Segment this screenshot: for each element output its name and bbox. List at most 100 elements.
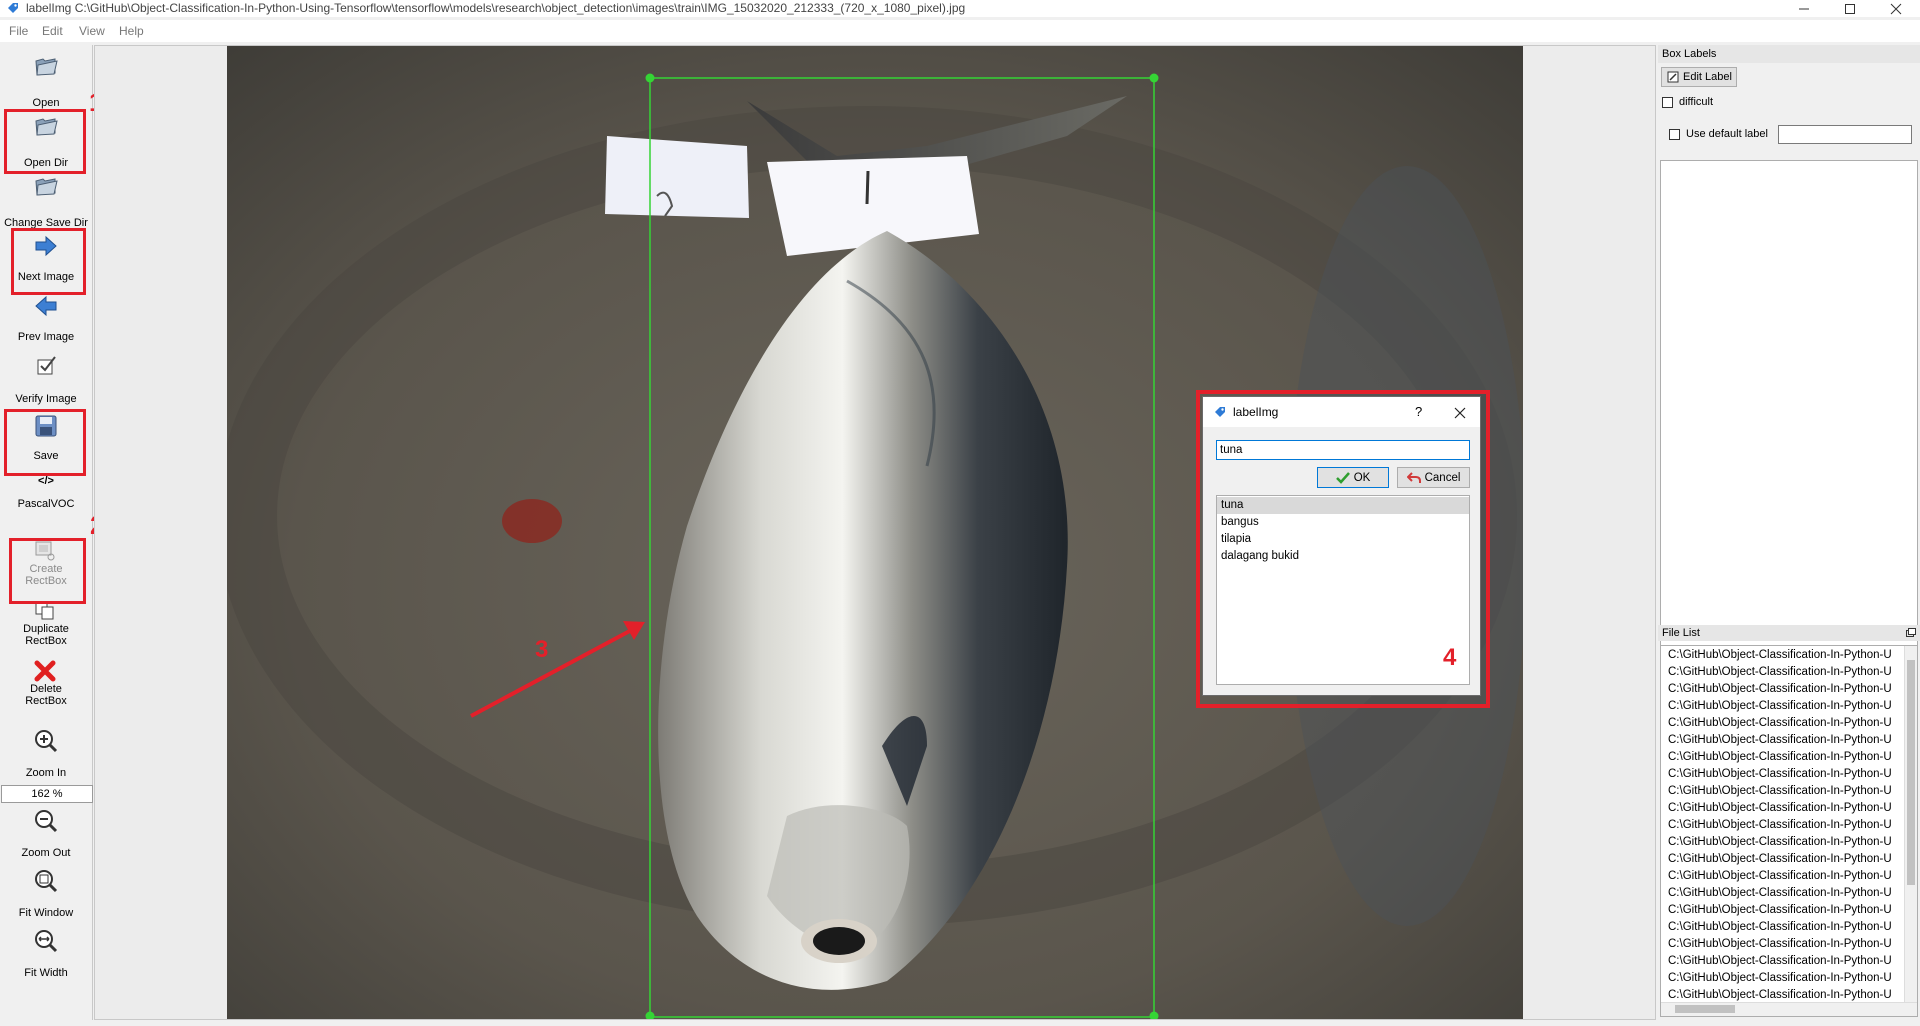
file-list-item[interactable]: C:\GitHub\Object-Classification-In-Pytho… — [1661, 902, 1917, 919]
minimize-icon — [1799, 8, 1809, 9]
file-list-header: File List — [1658, 625, 1920, 641]
fit-window-icon — [35, 870, 58, 893]
bbox-handle-top-left[interactable] — [645, 73, 655, 83]
file-list-item[interactable]: C:\GitHub\Object-Classification-In-Pytho… — [1661, 681, 1917, 698]
prev-image-label: Prev Image — [17, 331, 75, 343]
zoom-out-button[interactable]: Zoom Out — [0, 808, 92, 859]
menu-edit[interactable]: Edit — [42, 24, 63, 38]
edit-pencil-icon — [1667, 71, 1679, 83]
file-list-item[interactable]: C:\GitHub\Object-Classification-In-Pytho… — [1661, 953, 1917, 970]
fit-width-button[interactable]: Fit Width — [0, 928, 92, 979]
bbox-handle-bottom-left[interactable] — [645, 1011, 655, 1021]
bbox-handle-top-right[interactable] — [1149, 73, 1159, 83]
annotation-number-4: 4 — [1443, 644, 1457, 671]
duplicate-rectbox-label-line2: RectBox — [25, 635, 67, 647]
annotation-arrowhead — [623, 621, 645, 640]
format-pascalvoc-button[interactable]: </> PascalVOC — [0, 475, 92, 515]
folder-open-icon — [35, 58, 58, 76]
zoom-in-icon — [35, 730, 58, 753]
bounding-box[interactable] — [649, 77, 1155, 1018]
undock-icon[interactable] — [1906, 628, 1916, 637]
arrow-left-icon — [35, 295, 57, 317]
fit-window-button[interactable]: Fit Window — [0, 868, 92, 919]
code-format-icon: </> — [38, 475, 54, 487]
default-label-input[interactable] — [1778, 125, 1912, 144]
minimize-button[interactable] — [1782, 0, 1826, 17]
labelimg-app-icon — [8, 3, 18, 13]
annotation-number-3: 3 — [535, 636, 549, 663]
use-default-label-text: Use default label — [1686, 128, 1768, 140]
verify-image-label: Verify Image — [15, 393, 77, 405]
file-list-item[interactable]: C:\GitHub\Object-Classification-In-Pytho… — [1661, 715, 1917, 732]
file-list-item[interactable]: C:\GitHub\Object-Classification-In-Pytho… — [1661, 834, 1917, 851]
file-list-item[interactable]: C:\GitHub\Object-Classification-In-Pytho… — [1661, 800, 1917, 817]
file-list-item[interactable]: C:\GitHub\Object-Classification-In-Pytho… — [1661, 783, 1917, 800]
difficult-checkbox[interactable] — [1662, 97, 1673, 108]
zoom-in-label: Zoom In — [25, 767, 67, 779]
checkbox-verify-icon — [37, 356, 56, 375]
delete-rectbox-label-line2: RectBox — [25, 695, 67, 707]
delete-x-icon — [34, 660, 56, 682]
box-labels-list[interactable] — [1660, 160, 1918, 663]
menu-file[interactable]: File — [9, 24, 28, 38]
menu-bar: File Edit View Help — [0, 20, 1920, 42]
use-default-label-checkbox[interactable] — [1669, 129, 1680, 140]
duplicate-rectbox-button[interactable]: Duplicate RectBox — [0, 600, 92, 652]
menu-view[interactable]: View — [79, 24, 105, 38]
zoom-out-icon — [35, 810, 58, 833]
maximize-icon — [1845, 3, 1855, 14]
file-list-item[interactable]: C:\GitHub\Object-Classification-In-Pytho… — [1661, 664, 1917, 681]
file-list-item[interactable]: C:\GitHub\Object-Classification-In-Pytho… — [1661, 749, 1917, 766]
delete-rectbox-button[interactable]: Delete RectBox — [0, 660, 92, 712]
file-list-horizontal-scrollbar[interactable] — [1661, 1002, 1917, 1016]
window-title: labelImg C:\GitHub\Object-Classification… — [26, 1, 966, 15]
file-list-item[interactable]: C:\GitHub\Object-Classification-In-Pytho… — [1661, 868, 1917, 885]
zoom-out-label: Zoom Out — [21, 847, 71, 859]
file-list-title: File List — [1662, 627, 1700, 639]
file-list[interactable]: C:\GitHub\Object-Classification-In-Pytho… — [1660, 645, 1918, 1017]
zoom-value-spinbox[interactable]: 162 % — [1, 785, 93, 803]
file-list-item[interactable]: C:\GitHub\Object-Classification-In-Pytho… — [1661, 851, 1917, 868]
format-label: PascalVOC — [17, 498, 75, 510]
scrollbar-thumb[interactable] — [1907, 660, 1915, 885]
file-list-item[interactable]: C:\GitHub\Object-Classification-In-Pytho… — [1661, 885, 1917, 902]
annotation-box-6 — [11, 228, 86, 295]
annotation-box-1 — [4, 109, 86, 174]
zoom-in-button[interactable]: Zoom In — [0, 728, 92, 779]
open-button[interactable]: Open — [0, 53, 92, 109]
close-button[interactable] — [1874, 0, 1918, 17]
file-list-item[interactable]: C:\GitHub\Object-Classification-In-Pytho… — [1661, 919, 1917, 936]
file-list-item[interactable]: C:\GitHub\Object-Classification-In-Pytho… — [1661, 970, 1917, 987]
edit-label-text: Edit Label — [1683, 71, 1732, 83]
scrollbar-thumb-horizontal[interactable] — [1675, 1005, 1735, 1013]
fit-window-label: Fit Window — [18, 907, 74, 919]
box-labels-header: Box Labels — [1658, 45, 1920, 63]
folder-open-icon — [35, 178, 58, 196]
left-toolbar: Open Open Dir Change Save Dir Next Image… — [0, 45, 93, 1020]
maximize-button[interactable] — [1828, 0, 1872, 17]
edit-label-button[interactable]: Edit Label — [1661, 67, 1737, 87]
fit-width-icon — [35, 930, 58, 953]
file-list-item[interactable]: C:\GitHub\Object-Classification-In-Pytho… — [1661, 647, 1917, 664]
file-list-item[interactable]: C:\GitHub\Object-Classification-In-Pytho… — [1661, 732, 1917, 749]
close-icon — [1890, 3, 1902, 14]
file-list-item[interactable]: C:\GitHub\Object-Classification-In-Pytho… — [1661, 817, 1917, 834]
file-list-item[interactable]: C:\GitHub\Object-Classification-In-Pytho… — [1661, 936, 1917, 953]
menu-help[interactable]: Help — [119, 24, 144, 38]
prev-image-button[interactable]: Prev Image — [0, 293, 92, 343]
bbox-handle-bottom-right[interactable] — [1149, 1011, 1159, 1021]
file-list-item[interactable]: C:\GitHub\Object-Classification-In-Pytho… — [1661, 766, 1917, 783]
status-bar — [0, 1020, 1920, 1026]
right-panel: Box Labels Edit Label difficult Use defa… — [1658, 45, 1920, 1020]
difficult-label: difficult — [1679, 96, 1714, 108]
change-save-dir-button[interactable]: Change Save Dir — [0, 173, 92, 229]
annotation-box-2 — [9, 538, 86, 604]
annotation-arrow-3 — [470, 624, 640, 718]
verify-image-button[interactable]: Verify Image — [0, 353, 92, 405]
annotation-box-5 — [4, 409, 86, 476]
fit-width-label: Fit Width — [24, 967, 68, 979]
file-list-vertical-scrollbar[interactable] — [1904, 646, 1917, 1004]
title-bar: labelImg C:\GitHub\Object-Classification… — [0, 0, 1920, 17]
box-labels-title: Box Labels — [1662, 48, 1717, 60]
file-list-item[interactable]: C:\GitHub\Object-Classification-In-Pytho… — [1661, 698, 1917, 715]
